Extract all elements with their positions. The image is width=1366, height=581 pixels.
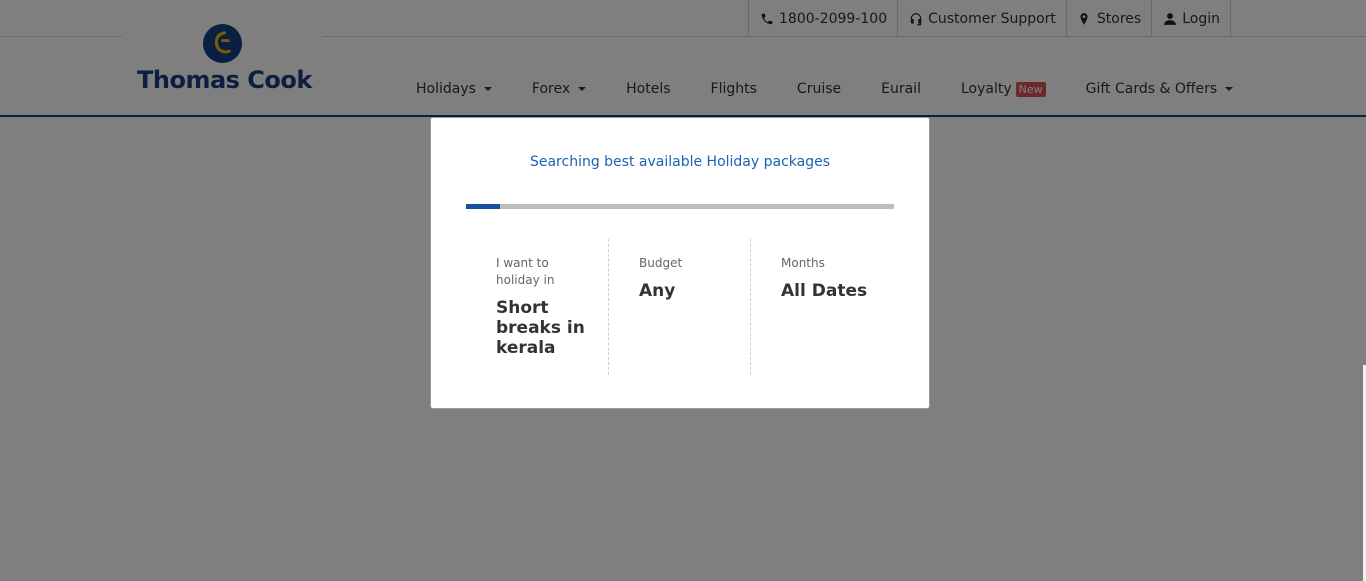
- search-progress-bar: [466, 204, 894, 209]
- search-progress-modal: Searching best available Holiday package…: [430, 117, 930, 409]
- budget-value: Any: [639, 281, 676, 301]
- months-criterion: Months All Dates: [751, 239, 894, 375]
- destination-criterion: I want to holiday in Short breaks in ker…: [466, 239, 609, 375]
- budget-criterion: Budget Any: [609, 239, 751, 375]
- months-label: Months: [781, 256, 825, 270]
- search-progress-fill: [466, 204, 501, 209]
- months-value: All Dates: [781, 281, 868, 301]
- modal-title: Searching best available Holiday package…: [529, 154, 831, 170]
- destination-label: I want to holiday in: [496, 256, 555, 287]
- budget-label: Budget: [639, 256, 683, 270]
- destination-value: Short breaks in kerala: [496, 298, 585, 358]
